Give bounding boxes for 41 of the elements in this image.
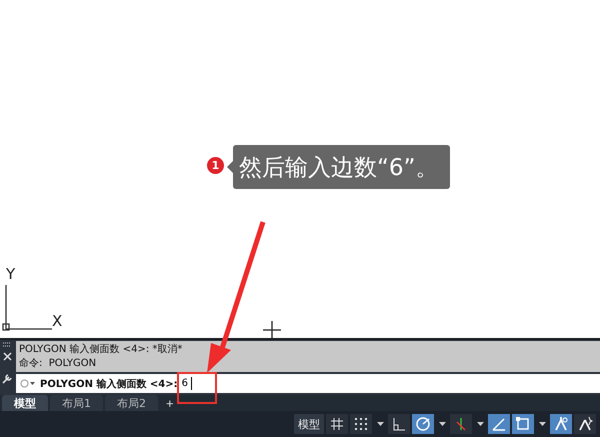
caret-icon bbox=[538, 422, 546, 426]
crossed-lines-button[interactable] bbox=[450, 414, 472, 434]
layout-tab[interactable]: 布局2 bbox=[105, 395, 158, 412]
caret-icon bbox=[476, 422, 484, 426]
x-axis-label: X bbox=[52, 312, 62, 330]
angle-icon bbox=[491, 416, 507, 432]
ucs-axes-icon bbox=[2, 285, 52, 333]
figure-button[interactable] bbox=[550, 414, 572, 434]
layout-tab[interactable]: 模型 bbox=[2, 395, 48, 412]
command-history-line: 命令: POLYGON bbox=[19, 356, 98, 371]
dot-grid-button[interactable] bbox=[350, 414, 372, 434]
grid-button[interactable] bbox=[326, 414, 348, 434]
circle-pointer-icon bbox=[415, 416, 431, 432]
figure-star-icon bbox=[577, 416, 593, 432]
figure-icon bbox=[553, 416, 569, 432]
command-history-line: POLYGON 输入侧面数 <4>: *取消* bbox=[19, 342, 184, 357]
caret-icon bbox=[376, 422, 384, 426]
right-angle-button[interactable] bbox=[388, 414, 410, 434]
figure-star-button[interactable] bbox=[574, 414, 596, 434]
step-number-badge: 1 bbox=[207, 157, 224, 174]
wrench-icon[interactable] bbox=[2, 373, 12, 384]
layout-tab[interactable]: 布局1 bbox=[50, 395, 103, 412]
command-prompt: POLYGON 输入侧面数 <4>: bbox=[40, 378, 178, 391]
square-icon bbox=[515, 416, 531, 432]
highlight-frame bbox=[177, 372, 217, 404]
add-layout-button[interactable]: + bbox=[160, 395, 180, 412]
grid-icon bbox=[329, 416, 345, 432]
instruction-callout: 然后输入边数“6”。 bbox=[233, 145, 450, 189]
command-line-field[interactable]: POLYGON 输入侧面数 <4>: 6 bbox=[16, 374, 600, 394]
search-icon[interactable] bbox=[20, 379, 36, 388]
caret-icon bbox=[438, 422, 446, 426]
model-space-button[interactable]: 模型 bbox=[294, 414, 324, 434]
angle-button[interactable] bbox=[488, 414, 510, 434]
dot-grid-icon bbox=[353, 416, 369, 432]
close-icon[interactable] bbox=[2, 352, 12, 362]
square-button[interactable] bbox=[512, 414, 534, 434]
y-axis-label: Y bbox=[6, 265, 16, 283]
right-angle-icon bbox=[391, 416, 407, 432]
grip-icon[interactable] bbox=[2, 342, 12, 348]
circle-pointer-button[interactable] bbox=[412, 414, 434, 434]
command-input[interactable]: 6 bbox=[182, 377, 192, 390]
